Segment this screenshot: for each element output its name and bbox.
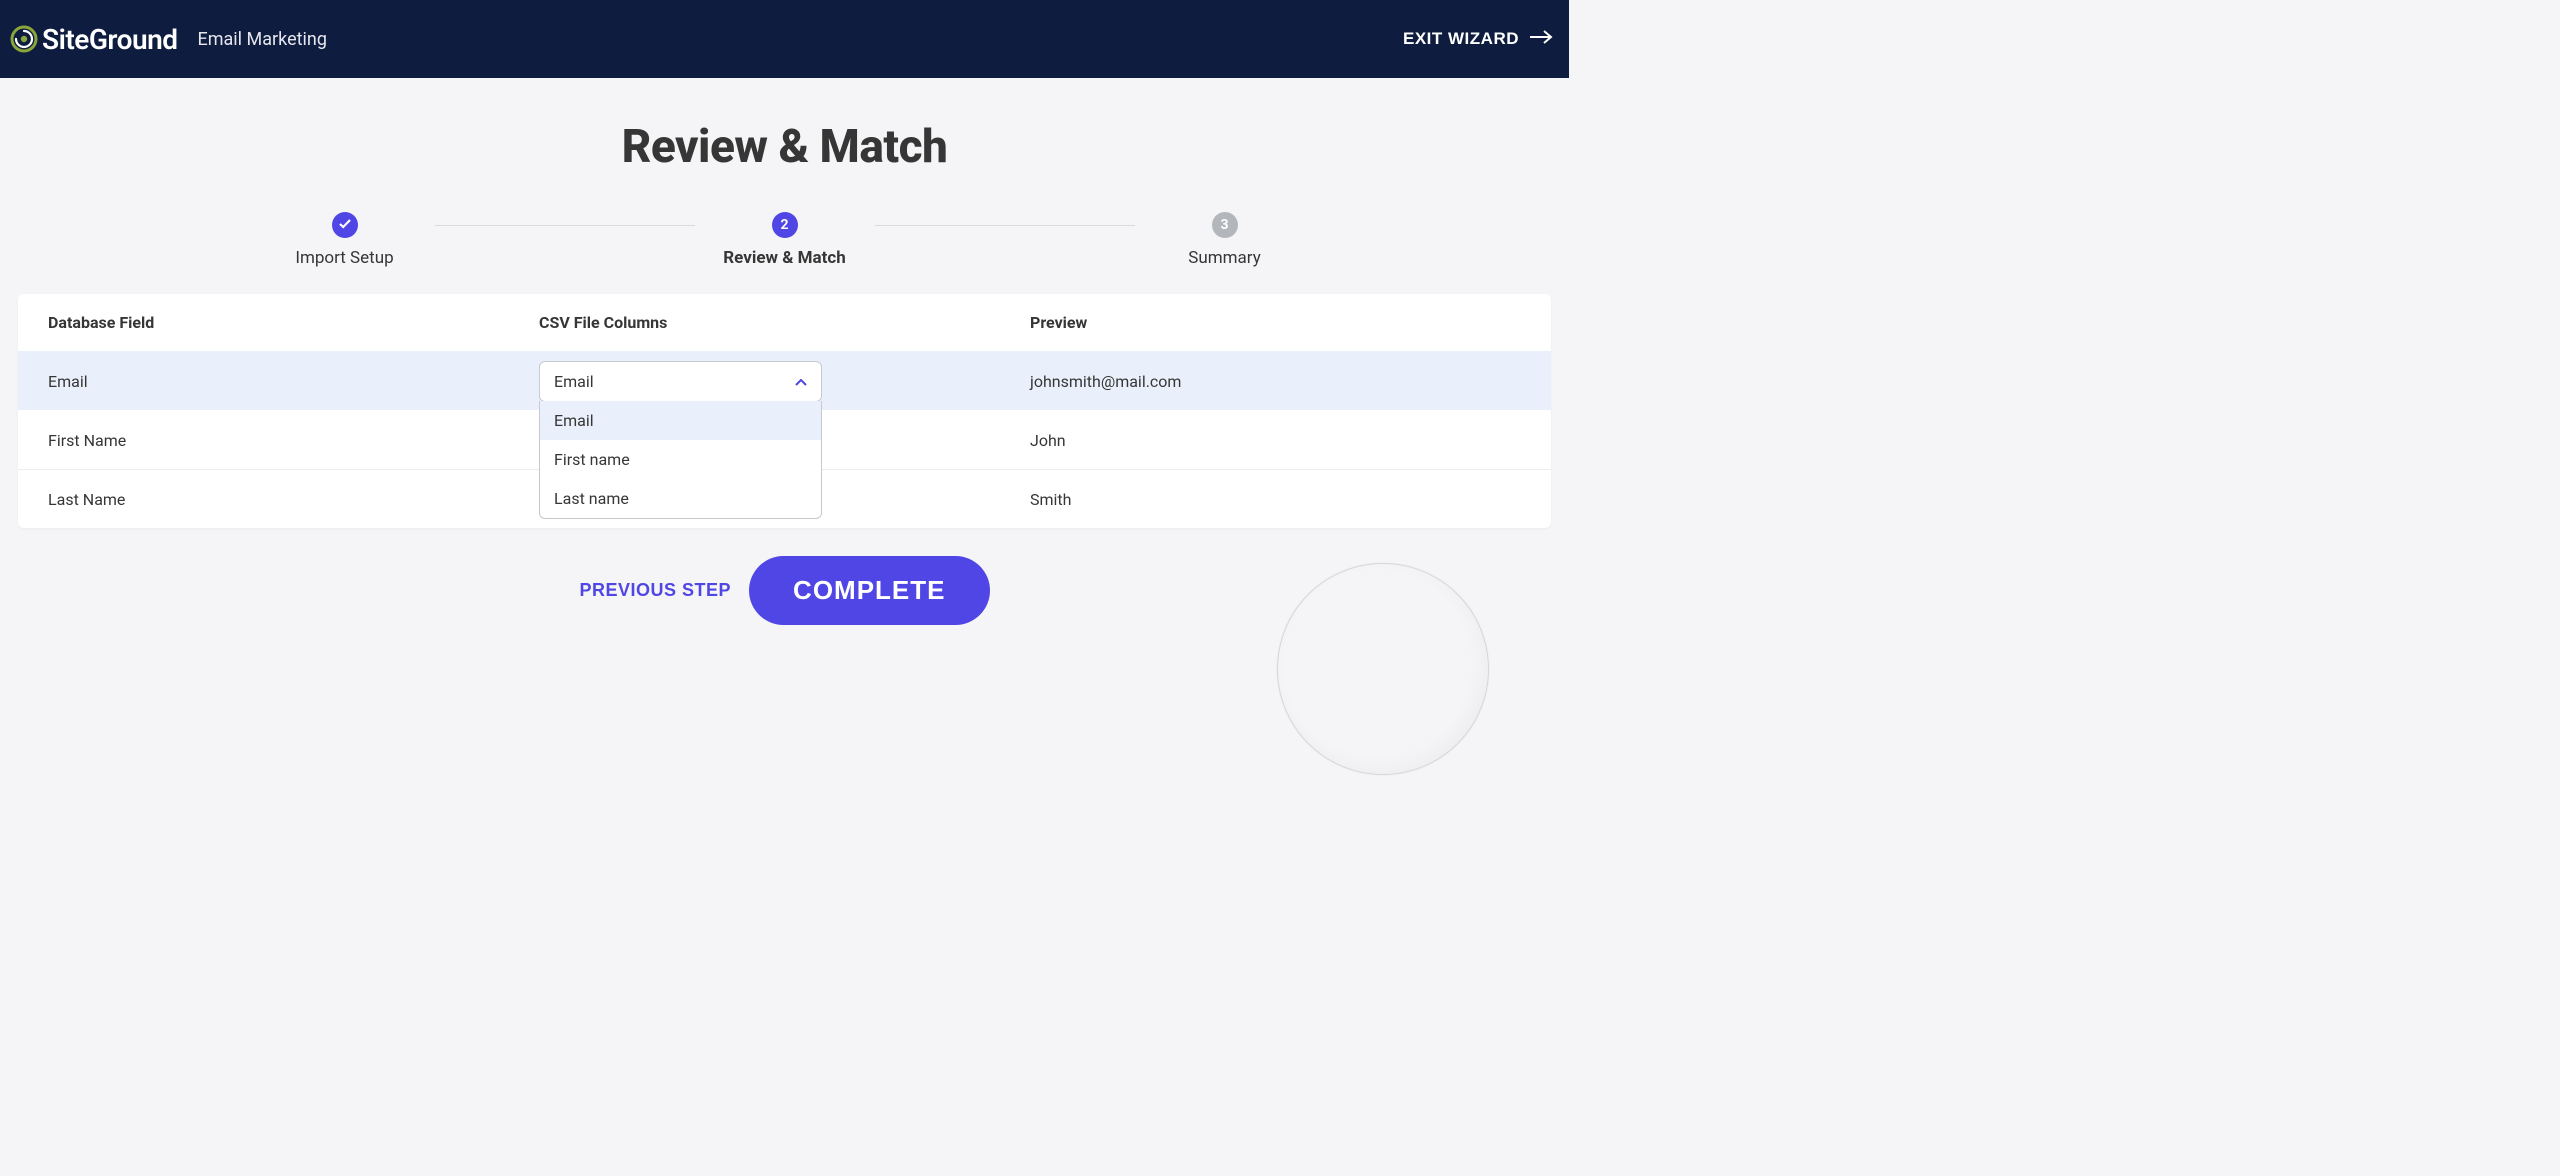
col-header-csv: CSV File Columns (539, 313, 1030, 332)
csv-column-dropdown: Email First name Last name (539, 401, 822, 519)
step-connector (875, 225, 1135, 226)
exit-wizard-label: EXIT WIZARD (1403, 29, 1519, 49)
app-header: SiteGround Email Marketing EXIT WIZARD (0, 0, 1569, 78)
arrow-right-icon (1529, 29, 1553, 50)
swirl-icon (10, 25, 38, 53)
dropdown-option-last-name[interactable]: Last name (540, 479, 821, 518)
step-circle-active: 2 (772, 212, 798, 238)
preview-cell: johnsmith@mail.com (1030, 372, 1521, 391)
preview-cell: John (1030, 431, 1521, 450)
check-icon (339, 217, 351, 233)
col-header-preview: Preview (1030, 313, 1521, 332)
db-field-cell: First Name (48, 431, 539, 450)
preview-cell: Smith (1030, 490, 1521, 509)
step-circle-done (332, 212, 358, 238)
db-field-cell: Last Name (48, 490, 539, 509)
brand-logo: SiteGround (10, 19, 178, 59)
dropdown-option-first-name[interactable]: First name (540, 440, 821, 479)
col-header-db: Database Field (48, 313, 539, 332)
header-left: SiteGround Email Marketing (10, 19, 327, 59)
wizard-stepper: Import Setup 2 Review & Match 3 Summary (255, 212, 1315, 268)
csv-column-select[interactable]: Email (539, 361, 822, 402)
step-label: Summary (1188, 248, 1260, 268)
step-summary: 3 Summary (1135, 212, 1315, 268)
table-header-row: Database Field CSV File Columns Preview (18, 294, 1551, 351)
table-row: Email Email Email First name Last name j… (18, 351, 1551, 410)
csv-column-select-wrap: Email Email First name Last name (539, 361, 822, 402)
chevron-up-icon (795, 372, 807, 391)
wizard-actions: PREVIOUS STEP COMPLETE (0, 556, 1569, 625)
csv-column-cell: Email Email First name Last name (539, 361, 1030, 402)
page-title: Review & Match (0, 120, 1569, 174)
select-value: Email (554, 372, 594, 391)
step-review-match: 2 Review & Match (695, 212, 875, 268)
step-connector (435, 225, 695, 226)
mapping-table-card: Database Field CSV File Columns Preview … (18, 294, 1551, 528)
step-label: Review & Match (723, 248, 845, 268)
step-circle-pending: 3 (1212, 212, 1238, 238)
complete-button[interactable]: COMPLETE (749, 556, 989, 625)
brand-name: SiteGround (42, 23, 178, 56)
previous-step-button[interactable]: PREVIOUS STEP (580, 580, 732, 601)
dropdown-option-email[interactable]: Email (540, 401, 821, 440)
step-import-setup: Import Setup (255, 212, 435, 268)
header-subtitle: Email Marketing (198, 29, 327, 50)
step-label: Import Setup (295, 248, 393, 268)
exit-wizard-button[interactable]: EXIT WIZARD (1403, 29, 1553, 50)
db-field-cell: Email (48, 372, 539, 391)
